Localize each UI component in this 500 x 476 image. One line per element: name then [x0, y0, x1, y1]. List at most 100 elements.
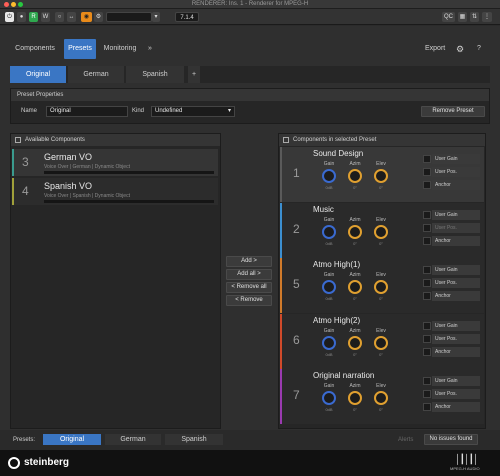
elev-value: 0° [379, 240, 383, 246]
read-automation-button[interactable]: R [29, 12, 38, 22]
user-pos-label: User Pos. [432, 278, 480, 288]
user-pos-checkbox[interactable] [423, 279, 431, 287]
anchor-checkbox[interactable] [423, 181, 431, 189]
remove-preset-button[interactable]: Remove Preset [421, 106, 485, 117]
record-icon[interactable]: ● [17, 12, 26, 22]
kind-select-value: Undefined [155, 108, 183, 114]
azim-knob[interactable] [348, 391, 362, 405]
gain-label: Gain [323, 161, 335, 167]
azim-knob[interactable] [348, 280, 362, 294]
write-automation-button[interactable]: W [41, 12, 50, 22]
user-gain-checkbox[interactable] [423, 155, 431, 163]
available-components-title: Available Components [25, 137, 85, 143]
preset-properties-header: Preset Properties [11, 89, 489, 101]
sidechain-button[interactable]: ◉ [81, 12, 92, 22]
user-gain-label: User Gain [432, 320, 480, 331]
user-pos-checkbox[interactable] [423, 223, 431, 232]
component-name: Original narration [313, 371, 375, 380]
user-pos-checkbox[interactable] [423, 390, 431, 398]
preset-menu-button[interactable]: ▾ [152, 12, 160, 22]
add-preset-button[interactable]: + [188, 66, 200, 83]
expand-icon[interactable]: ⇅ [470, 12, 479, 22]
gain-knob[interactable] [322, 169, 336, 183]
settings-icon[interactable]: ⚙ [94, 12, 103, 22]
export-button[interactable]: Export [425, 39, 445, 59]
azim-knob[interactable] [348, 169, 362, 183]
bottom-preset-spanish[interactable]: Spanish [165, 434, 223, 445]
preset-name-input[interactable]: Original [46, 106, 128, 117]
gain-label: Gain [323, 216, 335, 223]
user-pos-checkbox[interactable] [423, 168, 431, 176]
preset-properties-title: Preset Properties [17, 92, 64, 98]
tab-presets[interactable]: Presets [64, 39, 96, 59]
gain-knob[interactable] [322, 224, 336, 239]
kind-select[interactable]: Undefined ▾ [151, 106, 235, 117]
preset-tab-spanish[interactable]: Spanish [126, 66, 184, 83]
gain-value: 0dB [325, 240, 333, 246]
preset-field[interactable] [106, 12, 152, 22]
selected-item[interactable]: 2 Music Gain 0dB Azim 0° Elev 0° User Gain User P… [280, 202, 484, 258]
selected-components-title: Components in selected Preset [293, 137, 377, 143]
gain-knob[interactable] [322, 280, 336, 294]
component-number: 3 [22, 155, 29, 169]
remove-all-button[interactable]: < Remove all [226, 282, 272, 293]
gain-knob[interactable] [322, 335, 336, 350]
user-pos-label: User Pos. [432, 167, 480, 177]
anchor-checkbox[interactable] [423, 236, 431, 245]
elev-value: 0° [379, 351, 383, 357]
azim-knob[interactable] [348, 335, 362, 350]
elev-knob[interactable] [374, 224, 388, 239]
alerts-indicator[interactable]: Alerts [398, 437, 413, 443]
azim-value: 0° [353, 240, 357, 246]
component-name: German VO [44, 152, 93, 162]
mpegh-logo-text: MPEG-H AUDIO [450, 466, 480, 471]
selected-item[interactable]: 1 Sound Design Gain 0dB Azim 0° Elev 0° User Gai… [280, 147, 484, 202]
remove-button[interactable]: < Remove [226, 295, 272, 306]
layout-icon[interactable]: ▦ [458, 12, 467, 22]
azim-knob[interactable] [348, 224, 362, 239]
anchor-label: Anchor [432, 346, 480, 357]
compare-button[interactable]: ↔ [67, 12, 76, 22]
selected-item[interactable]: 6 Atmo High(2) Gain 0dB Azim 0° Elev 0° User Gai… [280, 313, 484, 369]
azim-label: Azim [349, 161, 361, 167]
qc-button[interactable]: QC [442, 12, 455, 22]
user-gain-checkbox[interactable] [423, 210, 431, 219]
available-components-panel: Available Components 3 German VO Voice O… [10, 133, 221, 429]
gain-knob[interactable] [322, 391, 336, 405]
preset-tab-original[interactable]: Original [10, 66, 66, 83]
power-button[interactable]: ⏻ [5, 12, 14, 22]
anchor-checkbox[interactable] [423, 292, 431, 300]
nav-more-icon[interactable]: » [144, 39, 156, 59]
available-components-header: Available Components [11, 134, 220, 146]
elev-knob[interactable] [374, 335, 388, 350]
bottom-preset-original[interactable]: Original [43, 434, 101, 445]
tab-monitoring[interactable]: Monitoring [98, 39, 142, 59]
add-button[interactable]: Add > [226, 256, 272, 267]
preset-tab-german[interactable]: German [68, 66, 124, 83]
elev-label: Elev [376, 272, 386, 278]
bottom-preset-german[interactable]: German [105, 434, 161, 445]
user-gain-checkbox[interactable] [423, 266, 431, 274]
anchor-checkbox[interactable] [423, 403, 431, 411]
component-name: Atmo High(2) [313, 315, 361, 325]
more-icon[interactable]: ⋮ [482, 12, 492, 22]
gear-icon[interactable]: ⚙ [456, 39, 464, 59]
component-name: Sound Design [313, 149, 364, 158]
available-item-spanish-vo[interactable]: 4 Spanish VO Voice Over | Spanish | Dyna… [12, 178, 218, 205]
user-gain-checkbox[interactable] [423, 377, 431, 385]
selected-item[interactable]: 5 Atmo High(1) Gain 0dB Azim 0° Elev 0° User Gai… [280, 258, 484, 313]
bypass-icon[interactable]: ○ [55, 12, 64, 22]
gain-label: Gain [323, 383, 335, 389]
selected-item[interactable]: 7 Original narration Gain 0dB Azim 0° Elev 0° Us… [280, 369, 484, 424]
available-item-german-vo[interactable]: 3 German VO Voice Over | German | Dynami… [12, 149, 218, 176]
level-meter [44, 200, 214, 203]
anchor-checkbox[interactable] [423, 347, 431, 356]
elev-knob[interactable] [374, 391, 388, 405]
user-pos-checkbox[interactable] [423, 334, 431, 343]
elev-knob[interactable] [374, 169, 388, 183]
user-gain-checkbox[interactable] [423, 321, 431, 330]
add-all-button[interactable]: Add all > [226, 269, 272, 280]
elev-knob[interactable] [374, 280, 388, 294]
tab-components[interactable]: Components [10, 39, 60, 59]
help-button[interactable]: ? [477, 39, 481, 59]
